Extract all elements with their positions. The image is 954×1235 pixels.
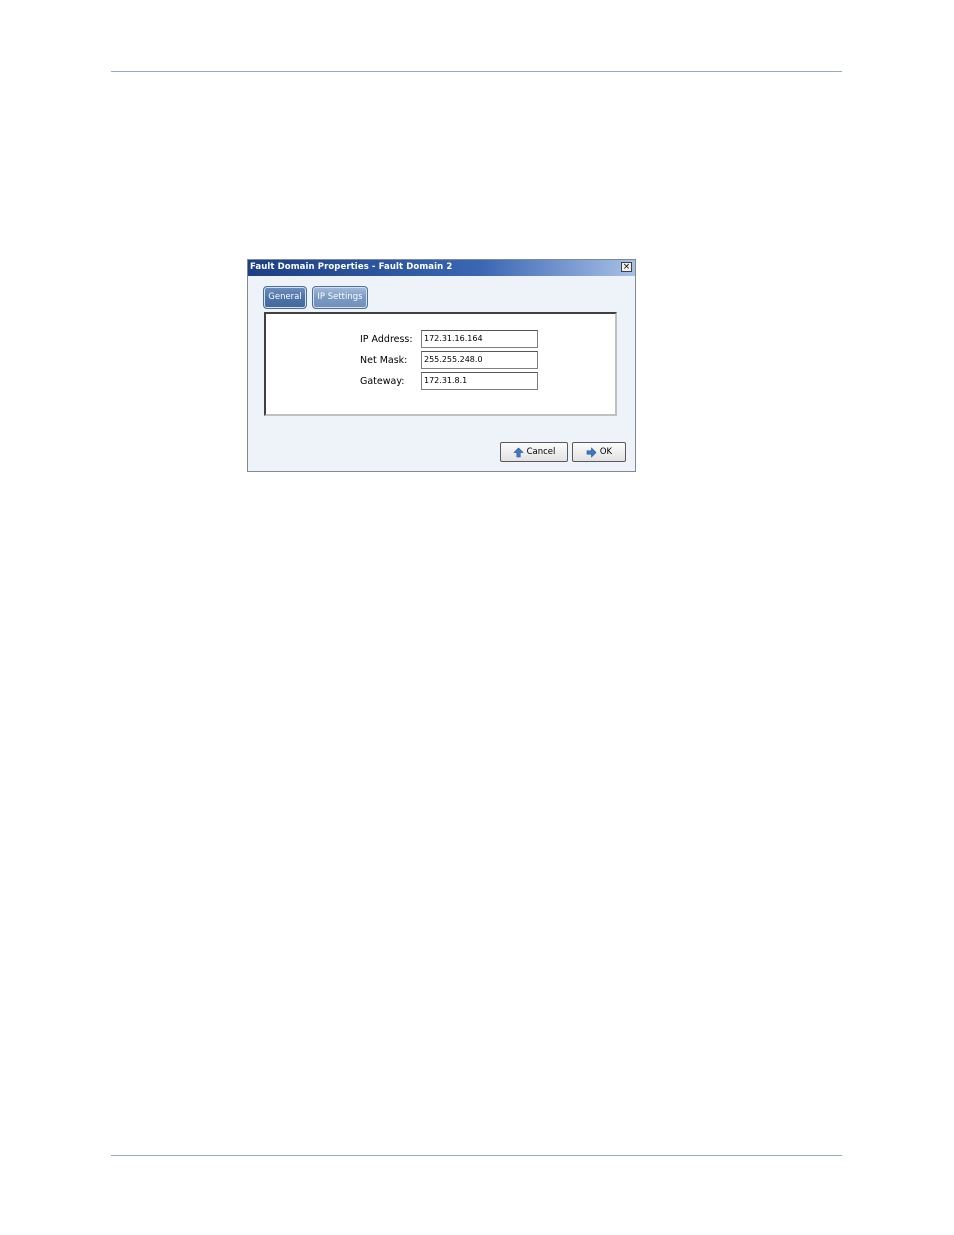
tab-ip-settings[interactable]: IP Settings <box>312 286 368 309</box>
fault-domain-properties-dialog: Fault Domain Properties - Fault Domain 2… <box>247 259 636 472</box>
net-mask-field[interactable]: 255.255.248.0 <box>421 351 538 369</box>
tab-general[interactable]: General <box>263 286 307 309</box>
footer-rule <box>111 1155 842 1156</box>
gateway-label: Gateway: <box>360 376 405 387</box>
ok-button[interactable]: OK <box>572 442 626 462</box>
close-icon: × <box>622 262 631 272</box>
general-panel: IP Address: 172.31.16.164 Net Mask: 255.… <box>264 312 617 416</box>
cancel-label: Cancel <box>526 447 556 457</box>
header-rule <box>111 71 842 72</box>
ok-label: OK <box>599 447 613 457</box>
ip-address-field[interactable]: 172.31.16.164 <box>421 330 538 348</box>
right-arrow-icon <box>586 446 597 458</box>
net-mask-label: Net Mask: <box>360 355 408 366</box>
ip-address-label: IP Address: <box>360 334 413 345</box>
dialog-titlebar[interactable]: Fault Domain Properties - Fault Domain 2… <box>248 260 635 276</box>
gateway-field[interactable]: 172.31.8.1 <box>421 372 538 390</box>
up-arrow-icon <box>512 447 524 457</box>
cancel-button[interactable]: Cancel <box>500 442 568 462</box>
dialog-title: Fault Domain Properties - Fault Domain 2 <box>250 262 453 272</box>
close-button[interactable]: × <box>621 262 632 272</box>
